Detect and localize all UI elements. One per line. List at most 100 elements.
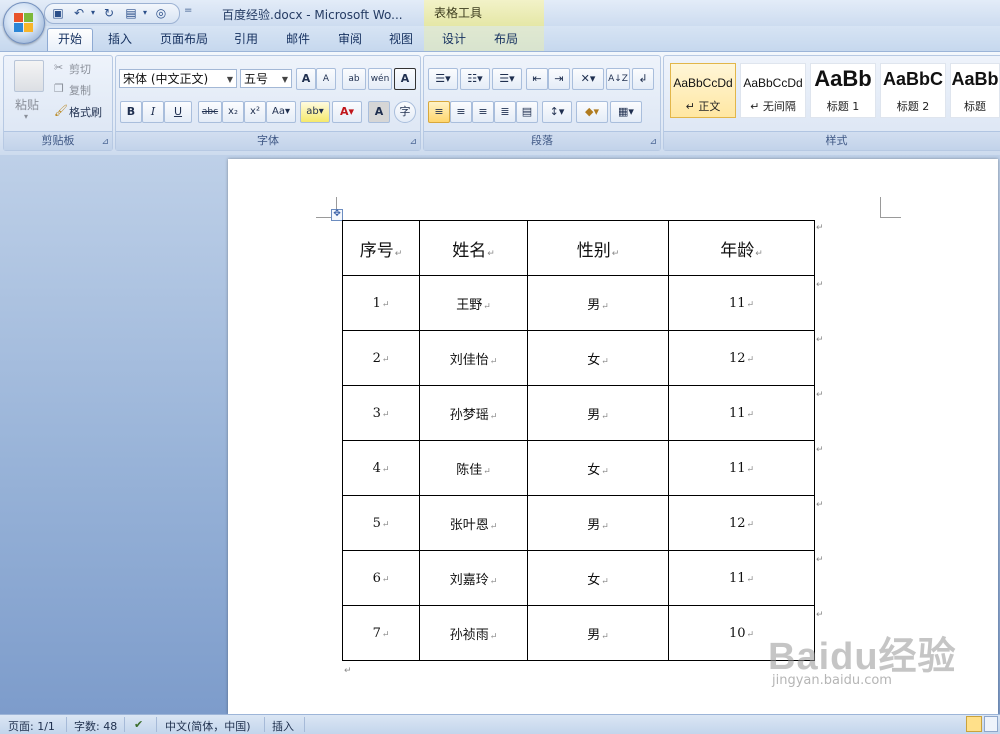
style-title[interactable]: AaBb 标题: [950, 63, 1000, 118]
tab-review[interactable]: 审阅: [330, 29, 370, 49]
bold-button[interactable]: B: [120, 101, 142, 123]
header-cell[interactable]: 性别↵: [527, 220, 669, 276]
borders-button[interactable]: ▦▾: [610, 101, 642, 123]
table-cell[interactable]: 王野↵: [419, 275, 528, 331]
table-cell[interactable]: 陈佳↵: [419, 440, 528, 496]
decrease-indent-icon[interactable]: ⇤: [526, 68, 548, 90]
header-cell[interactable]: 年龄↵: [668, 220, 815, 276]
tab-references[interactable]: 引用: [226, 29, 266, 49]
font-name-combo[interactable]: 宋体 (中文正文) ▼: [119, 69, 237, 88]
increase-indent-icon[interactable]: ⇥: [548, 68, 570, 90]
table-cell[interactable]: 12↵: [668, 495, 815, 551]
table-cell[interactable]: 张叶恩↵: [419, 495, 528, 551]
table-cell[interactable]: 11↵: [668, 440, 815, 496]
bullets-button[interactable]: ☰▾: [428, 68, 458, 90]
redo-icon[interactable]: ↻: [101, 5, 117, 21]
line-spacing-button[interactable]: ↕▾: [542, 101, 572, 123]
style-heading-2[interactable]: AaBbC 标题 2: [880, 63, 946, 118]
character-border-icon[interactable]: A: [394, 68, 416, 90]
grow-font-button[interactable]: A: [296, 68, 316, 90]
table-cell[interactable]: 11↵: [668, 275, 815, 331]
word-count[interactable]: 字数: 48: [74, 718, 117, 734]
table-cell[interactable]: 1↵: [342, 275, 420, 331]
print-layout-view-icon[interactable]: [966, 716, 982, 732]
align-right-icon[interactable]: ≡: [472, 101, 494, 123]
table-cell[interactable]: 2↵: [342, 330, 420, 386]
paste-dropdown-icon[interactable]: ▾: [24, 112, 28, 121]
enclose-characters-icon[interactable]: 字: [394, 101, 416, 123]
multilevel-list-button[interactable]: ☰▾: [492, 68, 522, 90]
clear-format-icon[interactable]: ab: [342, 68, 366, 90]
style-normal[interactable]: AaBbCcDd ↵ 正文: [670, 63, 736, 118]
tab-table-layout[interactable]: 布局: [484, 29, 528, 49]
italic-button[interactable]: I: [142, 101, 164, 123]
strikethrough-button[interactable]: abc: [198, 101, 222, 123]
customize-qat-button[interactable]: =: [184, 5, 192, 16]
insert-mode-indicator[interactable]: 插入: [272, 718, 294, 734]
align-left-icon[interactable]: ≡: [428, 101, 450, 123]
sort-icon[interactable]: A↓Z: [606, 68, 630, 90]
office-button[interactable]: [3, 2, 45, 44]
table-cell[interactable]: 男↵: [527, 275, 669, 331]
style-no-spacing[interactable]: AaBbCcDd ↵ 无间隔: [740, 63, 806, 118]
cut-button[interactable]: 剪切: [69, 61, 91, 77]
full-screen-reading-icon[interactable]: [984, 716, 998, 732]
phonetic-guide-icon[interactable]: wén: [368, 68, 392, 90]
table-cell[interactable]: 6↵: [342, 550, 420, 606]
header-cell[interactable]: 序号↵: [342, 220, 420, 276]
table-cell[interactable]: 刘嘉玲↵: [419, 550, 528, 606]
table-cell[interactable]: 7↵: [342, 605, 420, 661]
change-case-button[interactable]: Aa▾: [266, 101, 296, 123]
tab-page-layout[interactable]: 页面布局: [152, 29, 216, 49]
page-count[interactable]: 页面: 1/1: [8, 718, 55, 734]
data-table[interactable]: 序号↵ 姓名↵ 性别↵ 年龄↵ 1↵ 王野↵ 男↵ 11↵ 2↵ 刘佳怡↵ 女↵ 12↵ 3↵ 孙…: [342, 220, 815, 661]
style-heading-1[interactable]: AaBb 标题 1: [810, 63, 876, 118]
tab-table-design[interactable]: 设计: [432, 29, 476, 49]
header-cell[interactable]: 姓名↵: [419, 220, 528, 276]
table-cell[interactable]: 12↵: [668, 330, 815, 386]
tab-insert[interactable]: 插入: [98, 29, 142, 49]
tab-mailings[interactable]: 邮件: [278, 29, 318, 49]
table-cell[interactable]: 女↵: [527, 440, 669, 496]
clipboard-launcher-icon[interactable]: ⊿: [101, 137, 109, 147]
table-cell[interactable]: 5↵: [342, 495, 420, 551]
justify-icon[interactable]: ≣: [494, 101, 516, 123]
undo-dropdown-icon[interactable]: ▾: [85, 5, 101, 21]
table-cell[interactable]: 4↵: [342, 440, 420, 496]
language-indicator[interactable]: 中文(简体，中国): [165, 718, 251, 734]
align-center-icon[interactable]: ≡: [450, 101, 472, 123]
superscript-button[interactable]: x²: [244, 101, 266, 123]
numbering-button[interactable]: ☷▾: [460, 68, 490, 90]
table-cell[interactable]: 11↵: [668, 550, 815, 606]
table-cell[interactable]: 刘佳怡↵: [419, 330, 528, 386]
font-color-button[interactable]: A▾: [332, 101, 362, 123]
tab-home[interactable]: 开始: [47, 28, 93, 51]
table-cell[interactable]: 孙梦瑶↵: [419, 385, 528, 441]
paragraph-launcher-icon[interactable]: ⊿: [649, 137, 657, 147]
new-doc-dropdown-icon[interactable]: ▾: [137, 5, 153, 21]
table-cell[interactable]: 3↵: [342, 385, 420, 441]
table-cell[interactable]: 11↵: [668, 385, 815, 441]
subscript-button[interactable]: x₂: [222, 101, 244, 123]
shrink-font-button[interactable]: A: [316, 68, 336, 90]
distribute-icon[interactable]: ▤: [516, 101, 538, 123]
save-icon[interactable]: ▣: [50, 5, 66, 21]
paste-icon[interactable]: [14, 60, 44, 92]
paste-button[interactable]: 粘贴: [15, 96, 39, 113]
font-launcher-icon[interactable]: ⊿: [409, 137, 417, 147]
table-cell[interactable]: 男↵: [527, 605, 669, 661]
proofing-icon[interactable]: ✔: [134, 718, 143, 731]
shading-button[interactable]: ◆▾: [576, 101, 608, 123]
show-marks-icon[interactable]: ↲: [632, 68, 654, 90]
table-cell[interactable]: 女↵: [527, 330, 669, 386]
chinese-layout-icon[interactable]: ✕▾: [572, 68, 604, 90]
table-cell[interactable]: 女↵: [527, 550, 669, 606]
table-cell[interactable]: 男↵: [527, 495, 669, 551]
tab-view[interactable]: 视图: [381, 29, 421, 49]
print-preview-icon[interactable]: ◎: [153, 5, 169, 21]
copy-button[interactable]: 复制: [69, 82, 91, 98]
highlight-color-button[interactable]: ab▾: [300, 101, 330, 123]
table-cell[interactable]: 孙祯雨↵: [419, 605, 528, 661]
table-cell[interactable]: 男↵: [527, 385, 669, 441]
format-painter-button[interactable]: 格式刷: [69, 104, 102, 120]
